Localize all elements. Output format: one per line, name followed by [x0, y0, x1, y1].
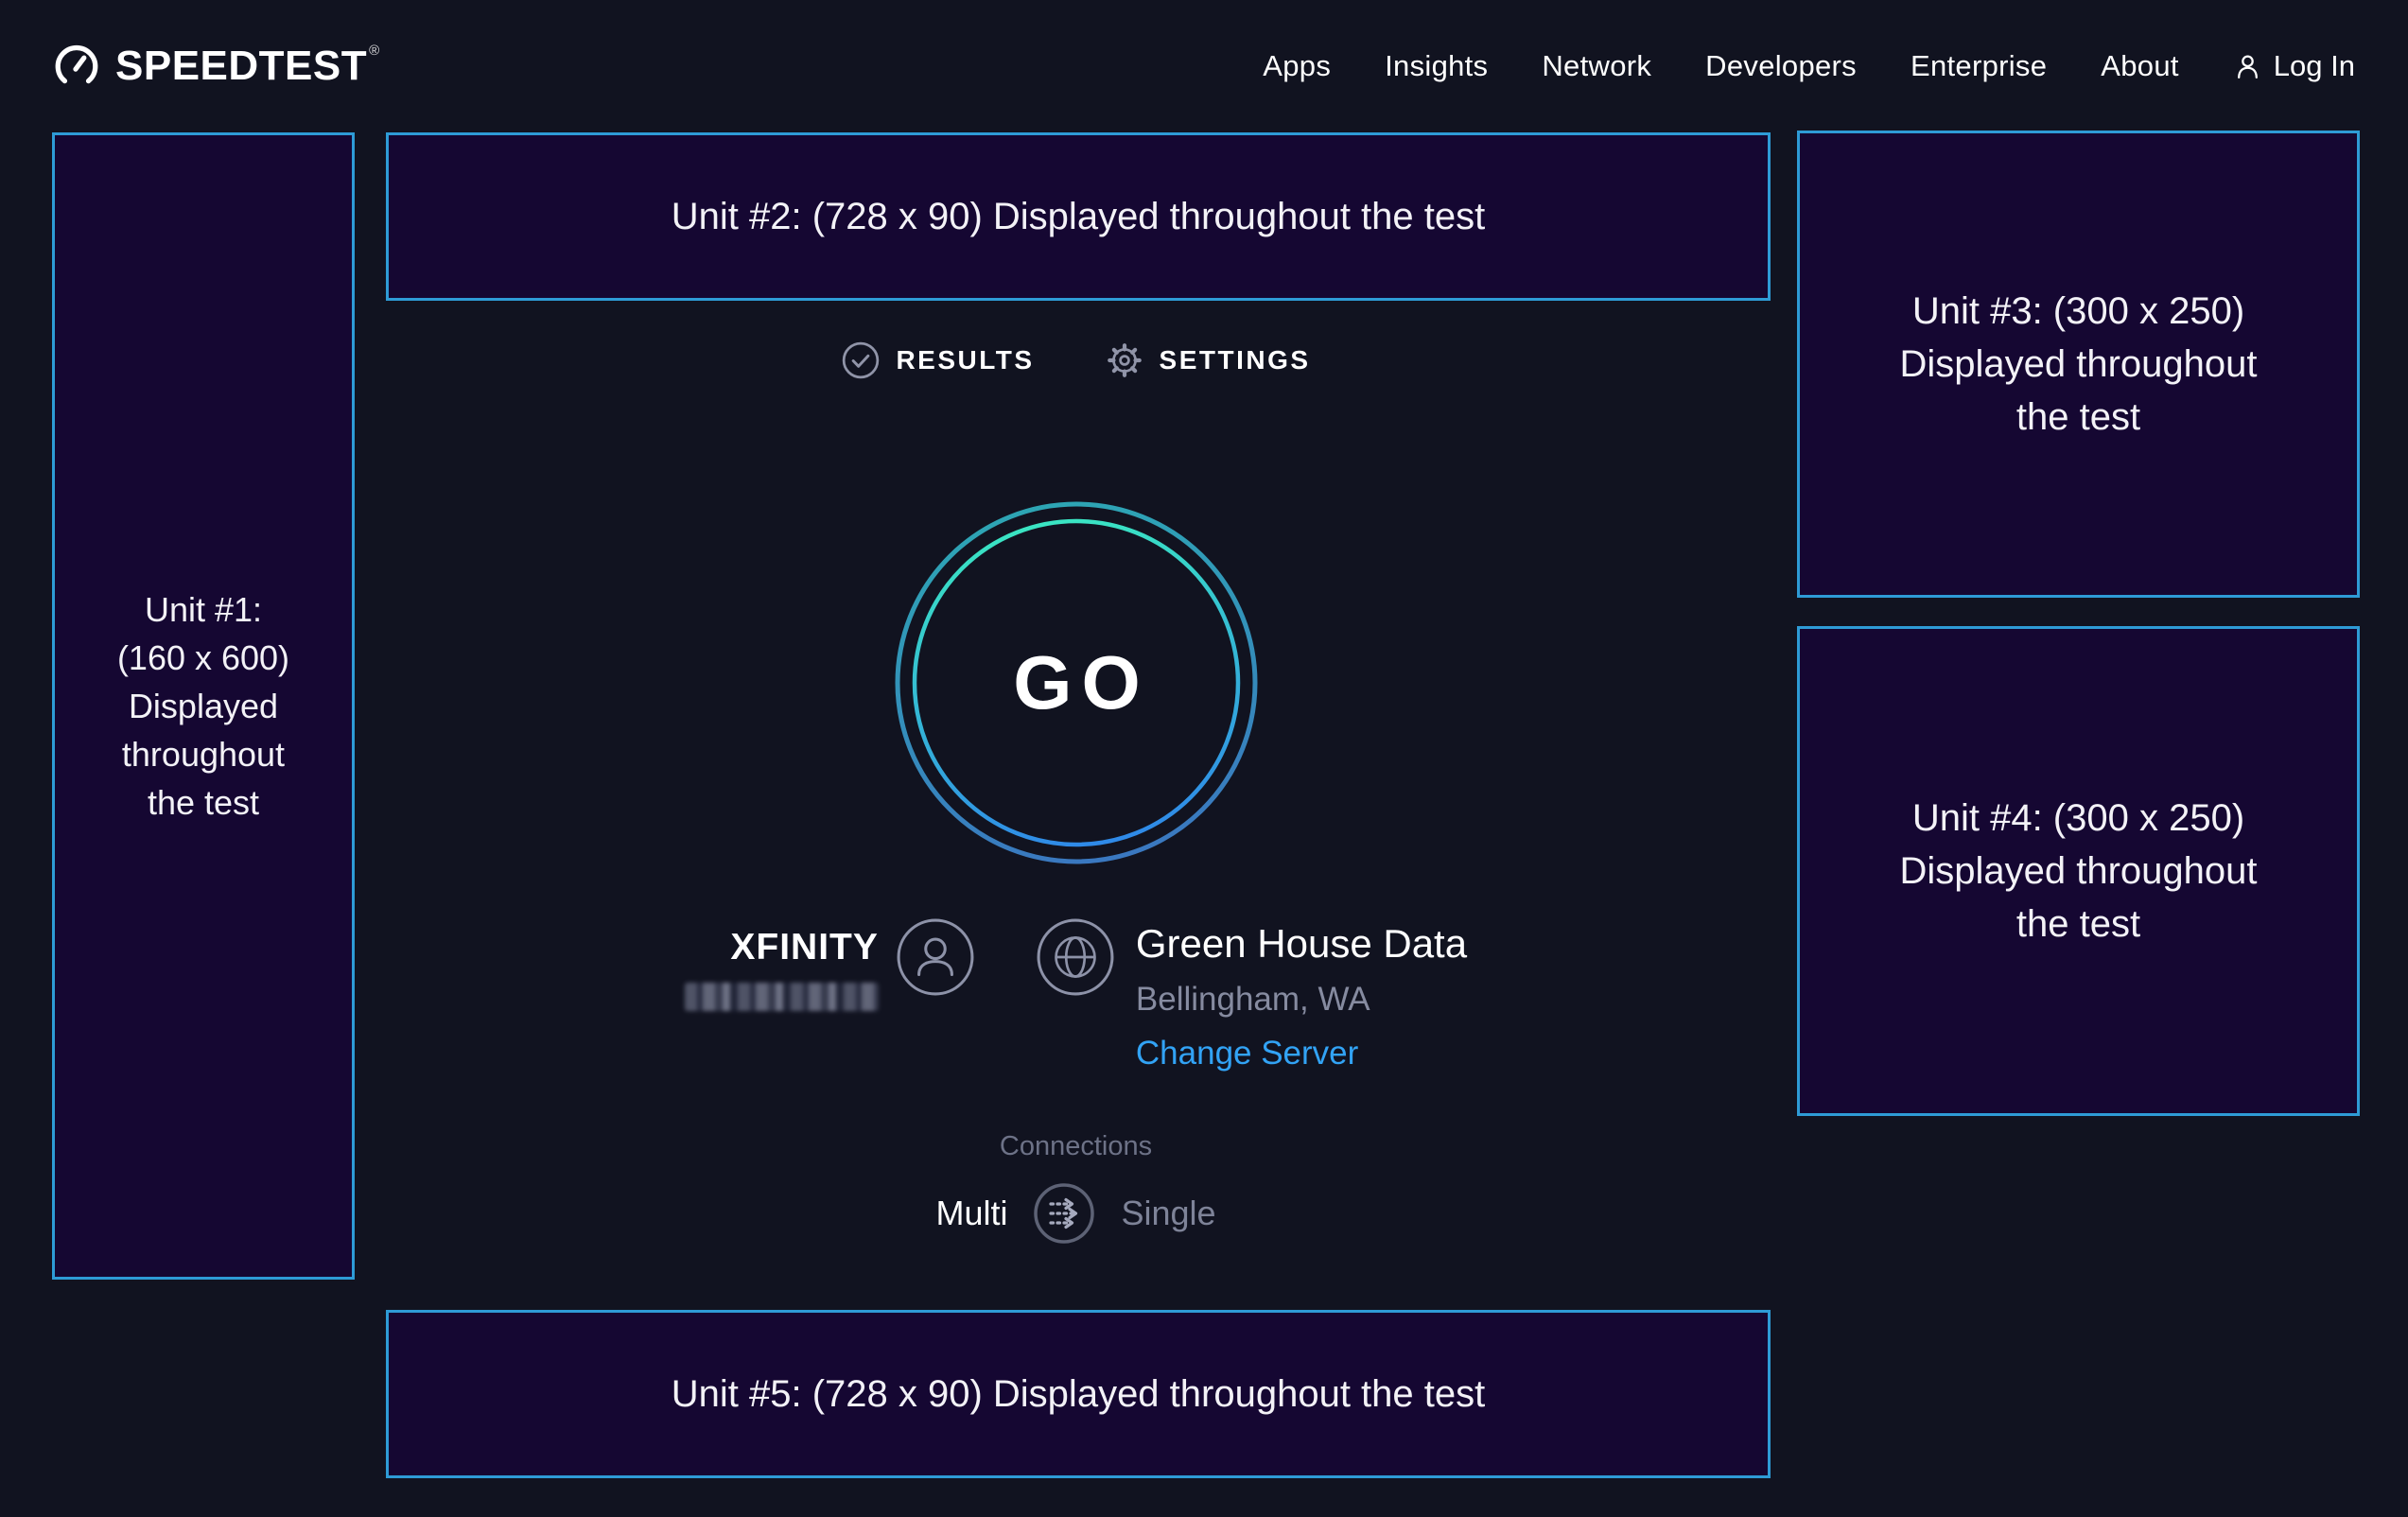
connections-section: Connections Multi Single: [355, 1131, 1797, 1246]
person-icon: [2233, 52, 2262, 81]
tab-settings[interactable]: SETTINGS: [1105, 340, 1311, 380]
connections-toggle-row: Multi Single: [355, 1181, 1797, 1246]
isp-person-icon: [896, 917, 975, 997]
server-info: Green House Data Bellingham, WA Change S…: [1136, 917, 1467, 1072]
nav-item-network[interactable]: Network: [1542, 49, 1651, 83]
host-info: XFINITY: [685, 917, 879, 1011]
tab-results[interactable]: RESULTS: [841, 340, 1034, 380]
logo-text: SPEEDTEST: [115, 43, 367, 89]
test-meta-row: XFINITY Green House Data Bellingham, WA …: [355, 917, 1797, 1072]
header: SPEEDTEST® Apps Insights Network Develop…: [0, 0, 2408, 132]
connections-single-label[interactable]: Single: [1121, 1194, 1215, 1233]
ad-unit-4-text: Unit #4: (300 x 250) Displayed throughou…: [1899, 792, 2257, 950]
connections-label: Connections: [355, 1131, 1797, 1162]
connections-toggle-icon[interactable]: [1032, 1181, 1096, 1246]
nav-item-apps[interactable]: Apps: [1263, 49, 1331, 83]
ad-unit-5[interactable]: Unit #5: (728 x 90) Displayed throughout…: [386, 1310, 1771, 1478]
server-location: Bellingham, WA: [1136, 981, 1467, 1019]
tab-bar: RESULTS: [355, 340, 1797, 380]
speedtest-gauge-icon: [53, 43, 100, 90]
go-button-label: GO: [893, 499, 1260, 866]
ad-unit-2-text: Unit #2: (728 x 90) Displayed throughout…: [672, 196, 1486, 238]
ad-unit-3-text: Unit #3: (300 x 250) Displayed throughou…: [1899, 285, 2257, 444]
isp-ip-redacted: [685, 983, 879, 1011]
tab-results-label: RESULTS: [896, 345, 1034, 375]
nav-item-insights[interactable]: Insights: [1385, 49, 1488, 83]
main-nav: Apps Insights Network Developers Enterpr…: [1263, 49, 2355, 83]
check-circle-icon: [841, 340, 881, 380]
nav-item-about[interactable]: About: [2101, 49, 2179, 83]
ad-unit-4[interactable]: Unit #4: (300 x 250) Displayed throughou…: [1797, 626, 2360, 1116]
speedtest-page: SPEEDTEST® Apps Insights Network Develop…: [0, 0, 2408, 1517]
ad-unit-3[interactable]: Unit #3: (300 x 250) Displayed throughou…: [1797, 131, 2360, 598]
isp-name: XFINITY: [730, 927, 879, 968]
ad-unit-2[interactable]: Unit #2: (728 x 90) Displayed throughout…: [386, 132, 1771, 301]
go-area: GO: [355, 499, 1797, 866]
ad-unit-5-text: Unit #5: (728 x 90) Displayed throughout…: [672, 1373, 1486, 1416]
server-globe-icon: [1036, 917, 1115, 997]
server-name: Green House Data: [1136, 921, 1467, 967]
login-label: Log In: [2274, 49, 2355, 83]
tab-settings-label: SETTINGS: [1160, 345, 1311, 375]
ad-unit-1-text: Unit #1: (160 x 600) Displayed throughou…: [117, 585, 289, 828]
ad-unit-1[interactable]: Unit #1: (160 x 600) Displayed throughou…: [52, 132, 355, 1280]
nav-item-enterprise[interactable]: Enterprise: [1911, 49, 2047, 83]
change-server-link[interactable]: Change Server: [1136, 1035, 1467, 1072]
go-button[interactable]: GO: [893, 499, 1260, 866]
speedtest-logo[interactable]: SPEEDTEST®: [53, 43, 379, 90]
login-button[interactable]: Log In: [2233, 49, 2355, 83]
gear-icon: [1105, 340, 1144, 380]
logo-trademark: ®: [369, 43, 379, 59]
nav-item-developers[interactable]: Developers: [1705, 49, 1857, 83]
connections-multi-label[interactable]: Multi: [935, 1194, 1007, 1233]
